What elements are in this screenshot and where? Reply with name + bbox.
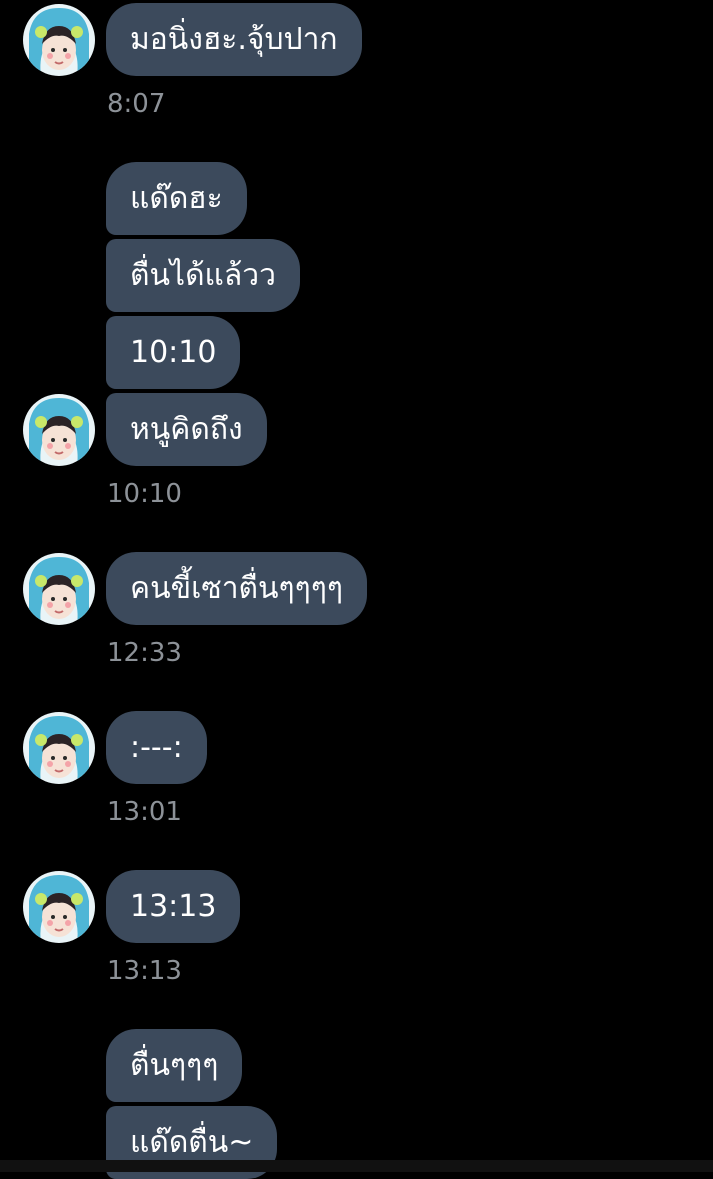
message-bubble[interactable]: ตื่นๆๆๆ xyxy=(106,1029,243,1102)
avatar[interactable] xyxy=(23,4,95,76)
avatar-image xyxy=(23,712,95,784)
message-bubble[interactable]: คนขี้เซาตื่นๆๆๆๆ xyxy=(106,552,367,625)
message-timestamp: 10:10 xyxy=(107,479,182,509)
avatar[interactable] xyxy=(23,394,95,466)
avatar-image xyxy=(23,4,95,76)
message-bubble[interactable]: 13:13 xyxy=(106,870,241,943)
message-timestamp: 13:13 xyxy=(107,956,182,986)
avatar[interactable] xyxy=(23,553,95,625)
message-bubble[interactable]: :---: xyxy=(106,711,207,784)
message-bubble[interactable]: 10:10 xyxy=(106,316,241,389)
message-timestamp: 13:01 xyxy=(107,797,182,827)
avatar-image xyxy=(23,871,95,943)
avatar[interactable] xyxy=(23,871,95,943)
chat-thread[interactable]: มอนิ่งฮะ.จุ้บปาก 8:07 แด๊ดฮะ ตื่นได้แล้ว… xyxy=(0,0,713,1179)
message-bubble[interactable]: หนูคิดถึง xyxy=(106,393,267,466)
message-bubble[interactable]: มอนิ่งฮะ.จุ้บปาก xyxy=(106,3,362,76)
message-timestamp: 8:07 xyxy=(107,89,166,119)
avatar-image xyxy=(23,553,95,625)
avatar-image xyxy=(23,394,95,466)
avatar[interactable] xyxy=(23,712,95,784)
input-bar-edge xyxy=(0,1160,713,1172)
message-timestamp: 12:33 xyxy=(107,638,182,668)
message-bubble[interactable]: แด๊ดฮะ xyxy=(106,162,247,235)
message-bubble[interactable]: ตื่นได้แล้วว xyxy=(106,239,300,312)
